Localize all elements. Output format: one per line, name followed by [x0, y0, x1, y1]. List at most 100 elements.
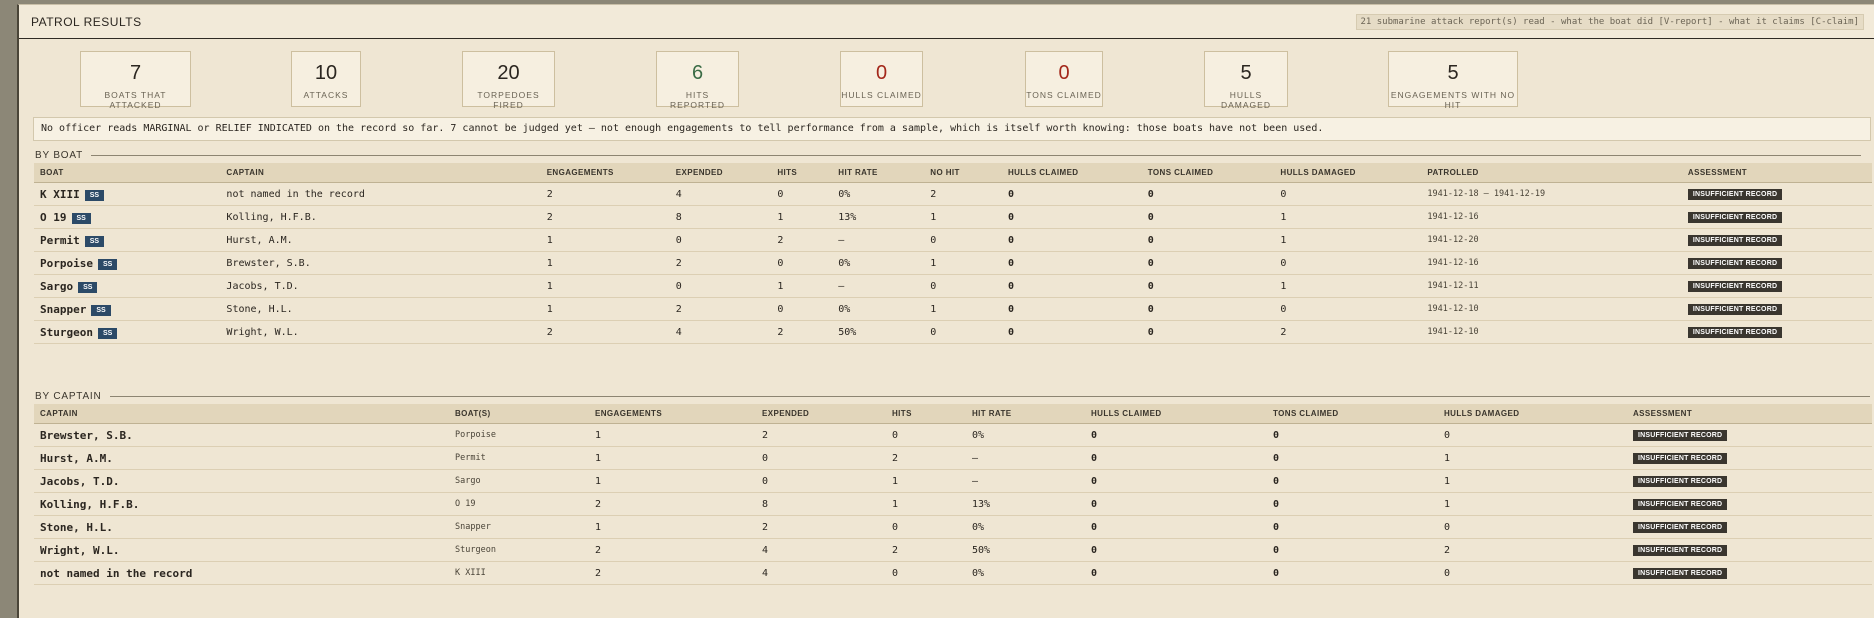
column-header[interactable]: BOAT	[34, 163, 221, 183]
column-header[interactable]: ENGAGEMENTS	[540, 163, 670, 183]
patrolled-cell: 1941-12-11	[1421, 274, 1682, 298]
table-row[interactable]: Porpoise SS Brewster, S.B. 1 2 0 0% 1 0 0…	[34, 251, 1872, 275]
hulls-claimed-cell: 0	[1001, 274, 1142, 298]
table-row[interactable]: Sturgeon SS Wright, W.L. 2 4 2 50% 0 0 0 …	[34, 320, 1872, 344]
hits-cell: 1	[886, 469, 966, 493]
table-row[interactable]: Brewster, S.B. Porpoise 1 2 0 0% 0 0 0 I…	[34, 423, 1872, 447]
column-header[interactable]: PATROLLED	[1421, 163, 1682, 183]
hits-cell: 1	[771, 205, 833, 229]
expended-cell: 2	[756, 515, 886, 539]
hulls-damaged-cell: 1	[1274, 205, 1422, 229]
assessment-badge: INSUFFICIENT RECORD	[1687, 304, 1783, 315]
engagements-cell: 2	[540, 320, 670, 344]
hulls-damaged-cell: 0	[1438, 515, 1627, 539]
boat-name: Snapper	[40, 302, 87, 316]
boats-cell: K XIII	[449, 561, 589, 585]
table-row[interactable]: Jacobs, T.D. Sargo 1 0 1 — 0 0 1 INSUFFI…	[34, 469, 1872, 493]
boats-cell: Permit	[449, 446, 589, 470]
stat-value: 5	[1240, 62, 1252, 84]
table-row[interactable]: Stone, H.L. Snapper 1 2 0 0% 0 0 0 INSUF…	[34, 515, 1872, 539]
hulls-claimed-cell: 0	[1085, 492, 1267, 516]
stat-card-hulls-claimed: 0 HULLS CLAIMED	[840, 51, 923, 107]
boat-type-badge: SS	[71, 212, 91, 224]
expended-cell: 4	[669, 320, 772, 344]
column-header[interactable]: HULLS DAMAGED	[1438, 404, 1627, 424]
engagements-cell: 2	[589, 492, 756, 516]
table-row[interactable]: Hurst, A.M. Permit 1 0 2 — 0 0 1 INSUFFI…	[34, 446, 1872, 470]
stat-value: 6	[691, 62, 704, 84]
stat-card-attacks: 10 ATTACKS	[291, 51, 361, 107]
column-header[interactable]: CAPTAIN	[220, 163, 541, 183]
patrolled-cell: 1941-12-18 – 1941-12-19	[1421, 182, 1682, 206]
hulls-claimed-cell: 0	[1001, 251, 1142, 275]
column-header[interactable]: EXPENDED	[756, 404, 886, 424]
column-header[interactable]: HULLS CLAIMED	[1001, 163, 1142, 183]
table-row[interactable]: Kolling, H.F.B. O 19 2 8 1 13% 0 0 1 INS…	[34, 492, 1872, 516]
section-title: BY BOAT	[35, 150, 84, 161]
column-header[interactable]: ASSESSMENT	[1627, 404, 1872, 424]
hit-rate-cell: 0%	[966, 515, 1085, 539]
engagements-cell: 1	[540, 274, 670, 298]
boat-name: O 19	[40, 210, 67, 224]
expended-cell: 0	[756, 469, 886, 493]
stat-card-tons-claimed: 0 TONS CLAIMED	[1025, 51, 1103, 107]
tons-claimed-cell: 0	[1141, 251, 1275, 275]
table-row[interactable]: not named in the record K XIII 2 4 0 0% …	[34, 561, 1872, 585]
column-header[interactable]: CAPTAIN	[34, 404, 449, 424]
boat-name: Sargo	[40, 279, 74, 293]
expended-cell: 0	[669, 274, 772, 298]
patrolled-cell: 1941-12-20	[1421, 228, 1682, 252]
stat-label: BOATS THAT ATTACKED	[104, 90, 167, 110]
table-row[interactable]: O 19 SS Kolling, H.F.B. 2 8 1 13% 1 0 0 1…	[34, 205, 1872, 229]
hit-rate-cell: 0%	[832, 182, 925, 206]
patrolled-cell: 1941-12-16	[1421, 251, 1682, 275]
column-header[interactable]: HULLS CLAIMED	[1085, 404, 1267, 424]
hit-rate-cell: 50%	[966, 538, 1085, 562]
hits-cell: 2	[886, 538, 966, 562]
assessment-badge: INSUFFICIENT RECORD	[1687, 281, 1783, 292]
tons-claimed-cell: 0	[1267, 423, 1438, 447]
hits-cell: 1	[886, 492, 966, 516]
no-hit-cell: 1	[924, 205, 1002, 229]
hulls-claimed-cell: 0	[1085, 538, 1267, 562]
assessment-badge: INSUFFICIENT RECORD	[1633, 430, 1728, 441]
table-row[interactable]: Sargo SS Jacobs, T.D. 1 0 1 — 0 0 0 1 194…	[34, 274, 1872, 298]
tons-claimed-cell: 0	[1141, 320, 1275, 344]
column-header[interactable]: HIT RATE	[832, 163, 925, 183]
engagements-cell: 1	[589, 469, 756, 493]
expended-cell: 0	[756, 446, 886, 470]
captain-cell: not named in the record	[34, 561, 449, 585]
assessment-badge: INSUFFICIENT RECORD	[1633, 522, 1728, 533]
column-header[interactable]: HULLS DAMAGED	[1274, 163, 1422, 183]
table-row[interactable]: Snapper SS Stone, H.L. 1 2 0 0% 1 0 0 0 1…	[34, 297, 1872, 321]
window-title: PATROL RESULTS	[31, 14, 142, 29]
hulls-damaged-cell: 0	[1274, 297, 1422, 321]
column-header[interactable]: HITS	[886, 404, 966, 424]
column-header[interactable]: BOAT(S)	[449, 404, 589, 424]
hits-cell: 0	[771, 182, 833, 206]
table-row[interactable]: K XIII SS not named in the record 2 4 0 0…	[34, 182, 1872, 206]
table-row[interactable]: Wright, W.L. Sturgeon 2 4 2 50% 0 0 2 IN…	[34, 538, 1872, 562]
column-header[interactable]: NO HIT	[924, 163, 1002, 183]
column-header[interactable]: ASSESSMENT	[1681, 163, 1872, 183]
engagements-cell: 2	[589, 561, 756, 585]
hits-cell: 1	[771, 274, 833, 298]
column-header[interactable]: HITS	[771, 163, 833, 183]
engagements-cell: 1	[589, 446, 756, 470]
engagements-cell: 2	[589, 538, 756, 562]
column-header[interactable]: TONS CLAIMED	[1267, 404, 1438, 424]
column-header[interactable]: HIT RATE	[966, 404, 1085, 424]
engagements-cell: 2	[540, 205, 670, 229]
engagements-cell: 2	[540, 182, 670, 206]
tons-claimed-cell: 0	[1141, 205, 1275, 229]
hulls-damaged-cell: 2	[1438, 538, 1627, 562]
column-header[interactable]: TONS CLAIMED	[1141, 163, 1275, 183]
stat-label: TORPEDOES FIRED	[477, 90, 540, 110]
column-header[interactable]: EXPENDED	[669, 163, 772, 183]
hit-rate-cell: 13%	[832, 205, 925, 229]
column-header[interactable]: ENGAGEMENTS	[589, 404, 756, 424]
expended-cell: 8	[669, 205, 772, 229]
tons-claimed-cell: 0	[1267, 469, 1438, 493]
table-row[interactable]: Permit SS Hurst, A.M. 1 0 2 — 0 0 0 1 194…	[34, 228, 1872, 252]
hit-rate-cell: 0%	[966, 423, 1085, 447]
